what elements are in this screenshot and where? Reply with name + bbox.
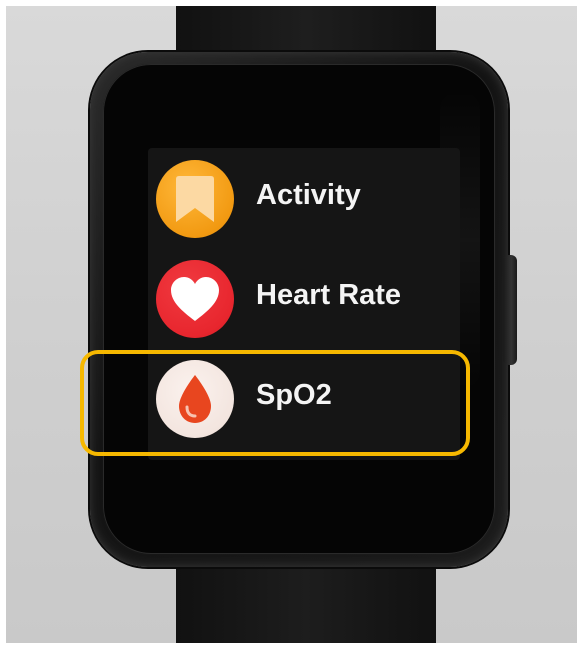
watch-screen: Activity Heart Rate SpO2 [148, 148, 460, 460]
menu-item-activity[interactable]: Activity [148, 148, 460, 244]
menu-item-heart-rate[interactable]: Heart Rate [148, 248, 460, 344]
menu-item-spo2[interactable]: SpO2 [148, 348, 460, 444]
menu-item-label: Activity [256, 179, 361, 211]
heart-icon [156, 260, 234, 338]
menu-item-label: SpO2 [256, 379, 332, 411]
watch-strap-bottom [176, 566, 436, 643]
blood-drop-icon [156, 360, 234, 438]
bookmark-icon [156, 160, 234, 238]
menu-item-label: Heart Rate [256, 279, 402, 311]
watch-side-button[interactable] [503, 255, 517, 365]
